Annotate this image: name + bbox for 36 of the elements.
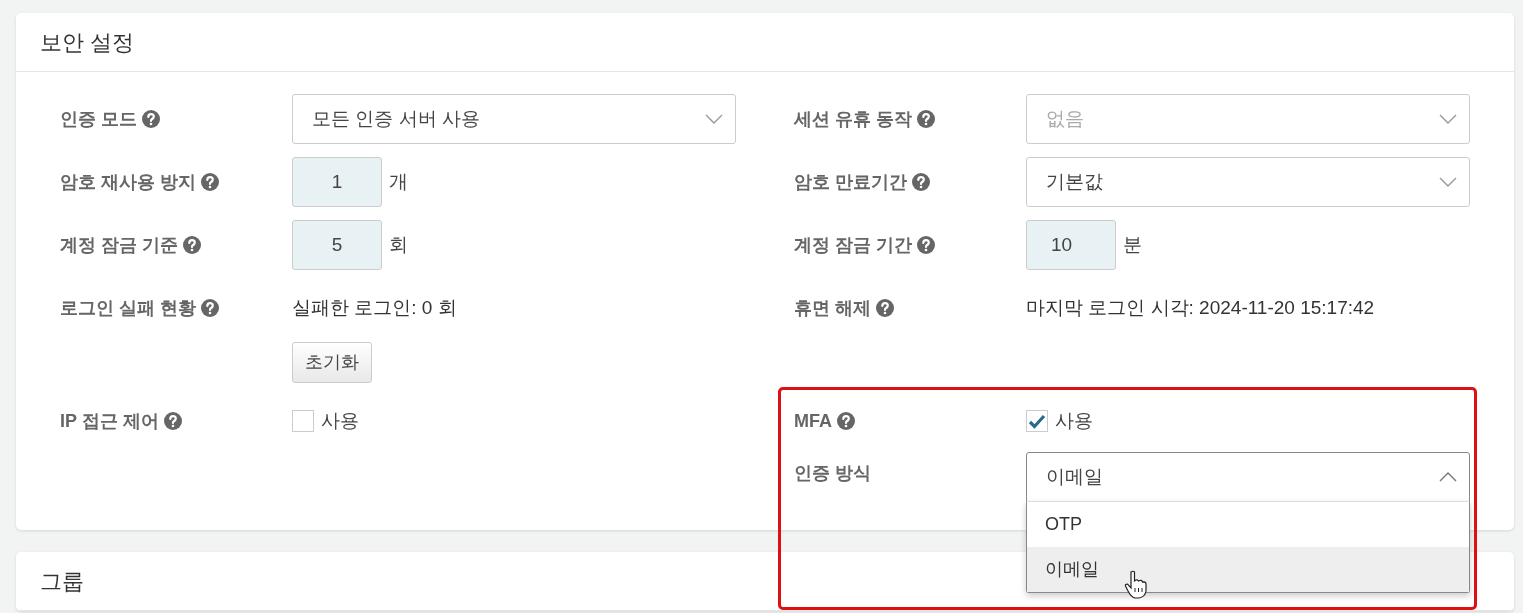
field-label: 계정 잠금 기간	[794, 233, 912, 257]
number-field[interactable]: 1	[292, 157, 382, 207]
number-field[interactable]: 5	[292, 220, 382, 270]
field-label: 암호 재사용 방지	[60, 170, 196, 194]
field-label: 휴면 해제	[794, 296, 871, 320]
field-label: 인증 방식	[794, 462, 871, 485]
field-label: 인증 모드	[60, 107, 137, 131]
checkbox[interactable]	[292, 410, 314, 432]
chevron-icon	[1439, 176, 1457, 188]
select-field[interactable]: 이메일	[1026, 452, 1470, 502]
checkbox[interactable]	[1026, 410, 1048, 432]
chevron-icon	[705, 113, 723, 125]
field-label: MFA	[794, 409, 832, 433]
number-field[interactable]: 10	[1026, 220, 1116, 270]
unit-label: 회	[389, 232, 408, 257]
chevron-icon	[1439, 471, 1457, 483]
field-label: 세션 유휴 동작	[794, 107, 912, 131]
field-label: 로그인 실패 현황	[60, 296, 196, 320]
dropdown-option[interactable]: OTP	[1027, 502, 1469, 547]
field-label: 암호 만료기간	[794, 170, 907, 194]
reset-button[interactable]: 초기화	[292, 342, 372, 383]
field-label: 계정 잠금 기준	[60, 233, 178, 257]
dropdown-option[interactable]: 이메일	[1027, 547, 1469, 592]
section-title: 보안 설정	[40, 28, 135, 57]
chevron-icon	[1439, 113, 1457, 125]
status-text: 실패한 로그인: 0 회	[292, 296, 457, 320]
field-label: IP 접근 제어	[60, 409, 159, 433]
select-field[interactable]: 모든 인증 서버 사용	[292, 94, 736, 144]
check-icon	[1028, 413, 1046, 429]
unit-label: 개	[389, 169, 408, 194]
status-text: 마지막 로그인 시각: 2024-11-20 15:17:42	[1026, 296, 1375, 320]
section-title: 그룹	[40, 567, 84, 596]
select-field[interactable]: 기본값	[1026, 157, 1470, 207]
checkbox-label: 사용	[321, 408, 359, 433]
checkbox-label: 사용	[1055, 408, 1093, 433]
unit-label: 분	[1123, 232, 1142, 257]
